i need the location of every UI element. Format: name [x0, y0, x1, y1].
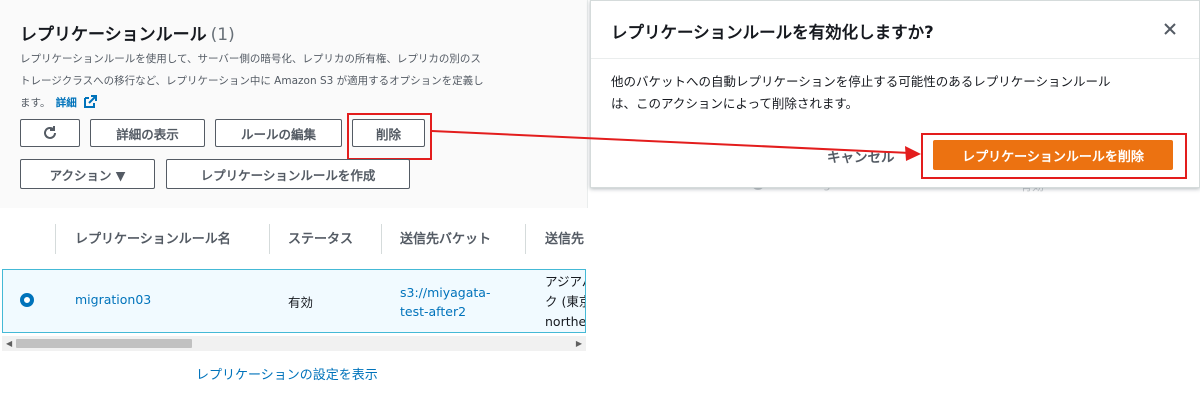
- bucket-line-1: s3://miyagata-: [400, 285, 491, 300]
- region-cell: アジアパ ク (東京 northe: [545, 272, 585, 332]
- col-header-status[interactable]: ステータス: [288, 228, 353, 247]
- modal-body-line-2: は、このアクションによって削除されます。: [611, 96, 859, 111]
- col-header-name[interactable]: レプリケーションルール名: [75, 228, 231, 247]
- confirm-highlight: [921, 133, 1187, 179]
- modal-divider: [591, 58, 1199, 59]
- rule-name[interactable]: migration03: [75, 292, 151, 307]
- close-icon[interactable]: [1163, 21, 1177, 40]
- column-separator: [269, 224, 270, 254]
- column-separator: [381, 224, 382, 254]
- description-line-2: トレージクラスへの移行など、レプリケーション中に Amazon S3 が適用する…: [20, 75, 484, 87]
- description-line-3: ます。: [20, 97, 51, 109]
- col-header-region[interactable]: 送信先: [545, 228, 585, 247]
- create-rule-button[interactable]: レプリケーションルールを作成: [166, 159, 410, 189]
- cancel-button[interactable]: キャンセル: [827, 146, 895, 166]
- modal-body-line-1: 他のバケットへの自動レプリケーションを停止する可能性のあるレプリケーションルール: [611, 74, 1111, 89]
- panel-title: レプリケーションルール (1): [20, 20, 235, 45]
- refresh-button[interactable]: [20, 119, 80, 147]
- description-line-1: レプリケーションルールを使用して、サーバー側の暗号化、レプリカの所有権、レプリカ…: [20, 53, 481, 65]
- region-line-3: northe: [545, 314, 585, 329]
- actions-dropdown[interactable]: アクション ▼: [20, 159, 155, 189]
- view-details-button[interactable]: 詳細の表示: [90, 119, 205, 147]
- edit-rule-button[interactable]: ルールの編集: [215, 119, 342, 147]
- column-separator: [55, 224, 56, 254]
- scroll-left-icon[interactable]: ◀: [6, 339, 12, 348]
- detail-link[interactable]: 詳細: [56, 97, 77, 109]
- refresh-icon: [44, 126, 56, 139]
- view-replication-settings-link[interactable]: レプリケーションの設定を表示: [196, 364, 378, 383]
- rule-status: 有効: [288, 295, 314, 310]
- scrollbar-thumb[interactable]: [16, 339, 192, 348]
- panel-description: レプリケーションルールを使用して、サーバー側の暗号化、レプリカの所有権、レプリカ…: [20, 48, 565, 117]
- rule-count: (1): [210, 25, 235, 45]
- horizontal-scrollbar[interactable]: ◀ ▶: [2, 336, 586, 351]
- col-header-bucket[interactable]: 送信先バケット: [400, 228, 491, 247]
- scroll-right-icon[interactable]: ▶: [576, 339, 582, 348]
- modal-body: 他のバケットへの自動レプリケーションを停止する可能性のあるレプリケーションルール…: [611, 71, 1171, 115]
- column-separator: [525, 224, 526, 254]
- panel-title-text: レプリケーションルール: [20, 25, 207, 45]
- delete-highlight: [347, 113, 432, 160]
- replication-rules-panel: レプリケーションルール (1) レプリケーションルールを使用して、サーバー側の暗号…: [0, 0, 588, 393]
- row-radio[interactable]: [20, 293, 34, 307]
- modal-title: レプリケーションルールを有効化しますか?: [611, 23, 934, 42]
- external-link-icon[interactable]: [83, 95, 98, 117]
- bucket-line-2: test-after2: [400, 304, 467, 319]
- bucket-link[interactable]: s3://miyagata- test-after2: [400, 283, 490, 321]
- region-line-1: アジアパ: [545, 274, 585, 289]
- region-line-2: ク (東京: [545, 294, 585, 309]
